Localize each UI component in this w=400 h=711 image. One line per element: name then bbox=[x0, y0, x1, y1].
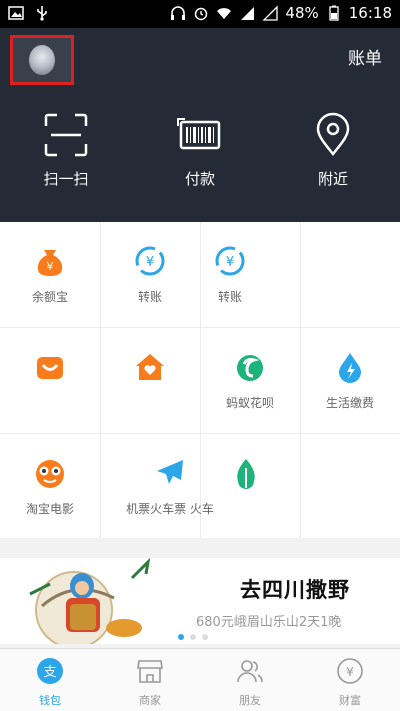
image-icon bbox=[8, 6, 24, 20]
signal-icon bbox=[241, 7, 255, 20]
grid-item-home[interactable] bbox=[100, 328, 200, 434]
nearby-label: 附近 bbox=[317, 170, 348, 188]
banner-subtitle: 680元峨眉山乐山2天1晚 bbox=[196, 615, 342, 630]
pagination-dot[interactable] bbox=[202, 634, 208, 640]
tab-wealth[interactable]: ¥ 财富 bbox=[300, 649, 400, 711]
tab-wallet[interactable]: 支 钱包 bbox=[0, 649, 100, 711]
huabei-icon bbox=[237, 355, 263, 381]
grid-item-utilities[interactable]: 生活缴费 bbox=[300, 328, 400, 434]
grid-item-taobao-movie[interactable]: 淘宝电影 bbox=[0, 434, 100, 540]
leaf-icon bbox=[237, 459, 255, 489]
transfer-icon: ¥ bbox=[135, 246, 165, 276]
svg-text:¥: ¥ bbox=[146, 255, 154, 270]
tab-merchants[interactable]: 商家 bbox=[100, 649, 200, 711]
bottom-tab-bar: 支 钱包 商家 朋友 ¥ 财富 bbox=[0, 648, 400, 711]
friends-icon bbox=[237, 660, 263, 683]
wifi-icon bbox=[217, 8, 232, 19]
grid-item-yuebao[interactable]: ¥ 余额宝 bbox=[0, 222, 100, 328]
headphones-icon bbox=[171, 6, 186, 20]
money-bag-icon: ¥ bbox=[37, 250, 63, 276]
grid-item-smile[interactable] bbox=[0, 328, 100, 434]
status-time: 16:18 bbox=[348, 4, 392, 22]
grid-item-huabei[interactable]: 蚂蚁花呗 bbox=[200, 328, 300, 434]
alarm-icon bbox=[195, 7, 208, 21]
nearby-button[interactable]: 附近 bbox=[283, 112, 383, 189]
store-icon bbox=[137, 660, 163, 683]
wallet-header: 账单 扫一扫 付款 附近 bbox=[0, 28, 400, 222]
grid-item-leaf[interactable] bbox=[196, 434, 296, 540]
grid-item-label: 淘宝电影 bbox=[25, 502, 74, 516]
scan-icon bbox=[44, 113, 88, 157]
grid-item-label: 生活缴费 bbox=[325, 396, 374, 410]
location-pin-icon bbox=[316, 112, 350, 157]
pagination-dot[interactable] bbox=[178, 634, 184, 640]
tab-label: 朋友 bbox=[239, 694, 261, 707]
glasses-face-icon bbox=[36, 460, 64, 488]
svg-text:¥: ¥ bbox=[346, 665, 354, 679]
home-heart-icon bbox=[136, 354, 164, 380]
water-drop-icon bbox=[339, 353, 361, 383]
pay-button[interactable]: 付款 bbox=[150, 112, 250, 189]
banner-pagination bbox=[178, 634, 208, 640]
banner-illustration bbox=[29, 558, 151, 644]
svg-text:¥: ¥ bbox=[226, 255, 234, 270]
tab-label: 财富 bbox=[339, 694, 361, 707]
grid-item-label: 蚂蚁花呗 bbox=[225, 396, 274, 410]
barcode-pay-icon bbox=[177, 118, 221, 150]
usb-icon bbox=[37, 6, 47, 21]
promo-banner[interactable]: 去四川撒野 680元峨眉山乐山2天1晚 bbox=[0, 558, 400, 644]
scan-label: 扫一扫 bbox=[43, 170, 89, 188]
airplane-icon bbox=[157, 460, 183, 484]
avatar-highlight[interactable] bbox=[10, 35, 74, 85]
tab-label: 商家 bbox=[139, 694, 161, 707]
tab-friends[interactable]: 朋友 bbox=[200, 649, 300, 711]
svg-text:支: 支 bbox=[43, 665, 56, 680]
pay-label: 付款 bbox=[184, 170, 215, 188]
scan-button[interactable]: 扫一扫 bbox=[16, 112, 116, 189]
wealth-icon: ¥ bbox=[337, 658, 363, 684]
tab-label: 钱包 bbox=[39, 694, 61, 707]
grid-item-label: 转账 bbox=[217, 290, 242, 304]
grid-item-label: 余额宝 bbox=[31, 290, 68, 304]
avatar[interactable] bbox=[29, 45, 55, 75]
service-grid: ¥ 余额宝 ¥ 转账 ¥ 转账 蚂蚁花呗 生活缴费 淘宝电影 机票火车票 火车 bbox=[0, 222, 400, 538]
banner-title: 去四川撒野 bbox=[240, 578, 350, 602]
pagination-dot[interactable] bbox=[190, 634, 196, 640]
signal-outline-icon bbox=[262, 5, 279, 21]
smile-icon bbox=[37, 357, 63, 379]
bill-link[interactable]: 账单 bbox=[348, 44, 382, 69]
status-bar: 48% 16:18 bbox=[0, 0, 400, 28]
svg-text:¥: ¥ bbox=[47, 260, 54, 273]
battery-icon bbox=[329, 5, 339, 21]
transfer-icon: ¥ bbox=[215, 246, 245, 276]
grid-item-transfer-2[interactable]: ¥ 转账 bbox=[180, 222, 280, 328]
battery-percent: 48% bbox=[285, 4, 319, 22]
wallet-icon: 支 bbox=[37, 658, 63, 684]
